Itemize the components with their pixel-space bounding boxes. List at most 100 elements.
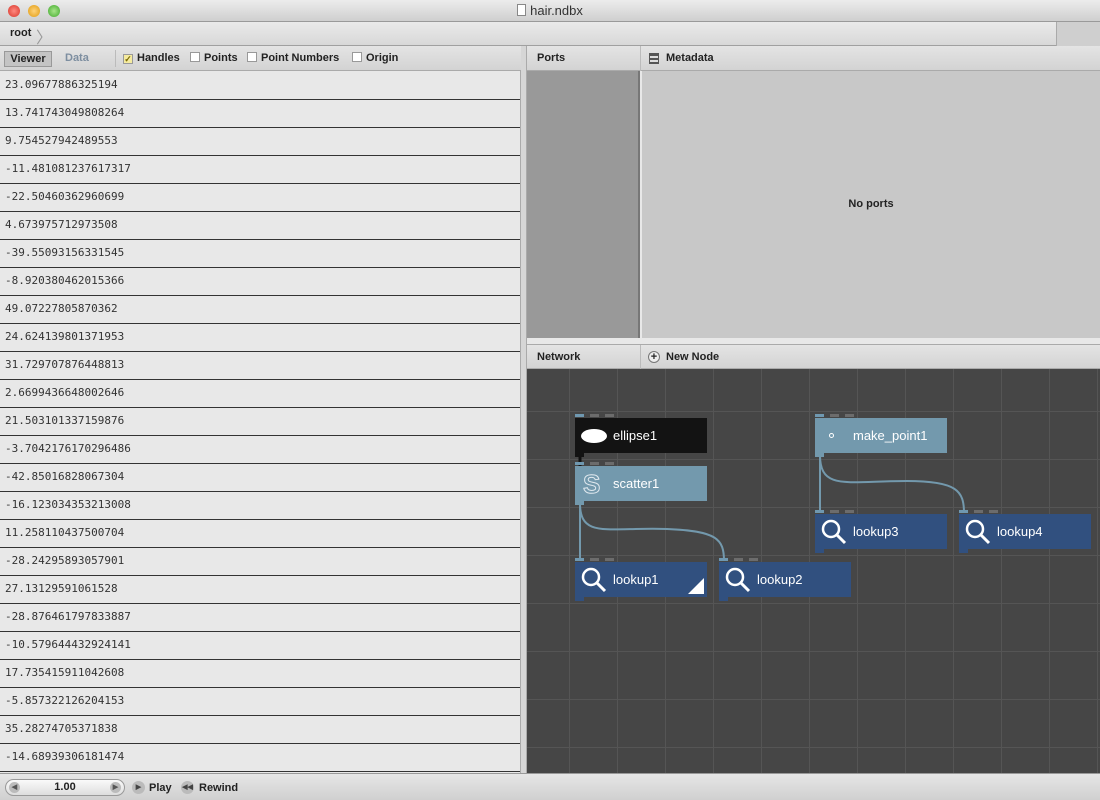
input-port[interactable] (605, 558, 614, 561)
list-item: 17.735415911042608 (0, 660, 520, 688)
input-port[interactable] (749, 558, 758, 561)
node-lookup3[interactable]: lookup3 (815, 510, 947, 553)
rewind-icon: ◀◀ (181, 781, 194, 794)
origin-label: Origin (366, 52, 399, 64)
list-item: -11.481081237617317 (0, 156, 520, 184)
breadcrumb-root[interactable]: root (10, 27, 31, 39)
list-item: -5.857322126204153 (0, 688, 520, 716)
plus-icon: + (648, 351, 660, 363)
tab-data[interactable]: Data (65, 51, 89, 67)
output-port[interactable] (815, 453, 824, 457)
list-item: 31.729707876448813 (0, 352, 520, 380)
input-port[interactable] (590, 414, 599, 417)
node-scatter1[interactable]: Sscatter1 (575, 462, 707, 505)
new-node-button[interactable]: New Node (666, 345, 719, 370)
list-item: 9.754527942489553 (0, 128, 520, 156)
minimize-button[interactable] (28, 5, 40, 17)
point-numbers-label: Point Numbers (261, 52, 340, 64)
origin-checkbox[interactable]: Origin (352, 51, 398, 67)
input-port[interactable] (590, 462, 599, 465)
input-port[interactable] (830, 414, 839, 417)
input-port[interactable] (815, 414, 824, 417)
playback-bar: ◀ 1.00 ▶ ▶ Play ◀◀ Rewind (0, 773, 1100, 800)
node-lookup2[interactable]: lookup2 (719, 558, 851, 601)
node-make-point1[interactable]: make_point1 (815, 414, 947, 457)
connection-make-point1-lookup4 (819, 454, 965, 514)
list-item: 35.28274705371838 (0, 716, 520, 744)
input-port[interactable] (845, 414, 854, 417)
metadata-tab[interactable]: Metadata (666, 46, 714, 71)
output-port[interactable] (815, 549, 824, 553)
handles-checkbox[interactable]: ✓ Handles (123, 51, 180, 67)
input-port[interactable] (719, 558, 728, 561)
list-item: 13.741743049808264 (0, 100, 520, 128)
tab-viewer[interactable]: Viewer (4, 51, 52, 67)
list-item: 2.6699436648002646 (0, 380, 520, 408)
points-checkbox[interactable]: Points (190, 51, 238, 67)
input-port[interactable] (605, 414, 614, 417)
output-port[interactable] (575, 453, 584, 457)
network-panel: Network + New Node ellipse1 Sscatter1 make… (527, 344, 1100, 773)
node-ellipse1[interactable]: ellipse1 (575, 414, 707, 457)
viewer-panel: Viewer Data ✓ Handles Points Point Number… (0, 46, 521, 773)
title-bar: hair.ndbx (0, 0, 1100, 22)
output-port[interactable] (959, 549, 968, 553)
header-divider (640, 345, 641, 370)
list-item: 23.09677886325194 (0, 72, 520, 100)
metadata-icon (649, 53, 659, 64)
document-icon (517, 4, 527, 16)
list-item: -16.123034353213008 (0, 492, 520, 520)
increment-icon[interactable]: ▶ (110, 782, 121, 793)
frame-value[interactable]: 1.00 (6, 780, 124, 795)
list-item: 21.503101337159876 (0, 408, 520, 436)
node-label: scatter1 (613, 476, 660, 491)
list-item: 49.07227805870362 (0, 296, 520, 324)
input-port[interactable] (974, 510, 983, 513)
ports-sidebar (527, 71, 640, 338)
input-port[interactable] (830, 510, 839, 513)
input-port[interactable] (845, 510, 854, 513)
checkbox-icon (190, 52, 200, 62)
input-port[interactable] (815, 510, 824, 513)
list-item: -28.24295893057901 (0, 548, 520, 576)
window-title: hair.ndbx (530, 3, 583, 18)
input-port[interactable] (575, 462, 584, 465)
output-port[interactable] (575, 597, 584, 601)
output-port[interactable] (719, 597, 728, 601)
point-numbers-checkbox[interactable]: Point Numbers (247, 51, 339, 67)
input-port[interactable] (590, 558, 599, 561)
input-port[interactable] (734, 558, 743, 561)
zoom-button[interactable] (48, 5, 60, 17)
toolbar-corner-button[interactable] (1056, 22, 1100, 46)
viewer-toolbar: Viewer Data ✓ Handles Points Point Number… (0, 46, 521, 71)
node-label: lookup4 (997, 524, 1043, 539)
node-lookup4[interactable]: lookup4 (959, 510, 1091, 553)
node-lookup1[interactable]: lookup1 (575, 558, 707, 601)
list-item: 27.13129591061528 (0, 576, 520, 604)
ports-header: Ports Metadata (527, 46, 1100, 71)
checkbox-icon (247, 52, 257, 62)
play-button[interactable]: Play (149, 782, 172, 794)
input-port[interactable] (989, 510, 998, 513)
network-canvas[interactable]: ellipse1 Sscatter1 make_point1 lookup1 looku… (527, 369, 1100, 773)
input-port[interactable] (959, 510, 968, 513)
output-port[interactable] (575, 501, 584, 505)
list-item: -28.876461797833887 (0, 604, 520, 632)
rendered-flag-icon (688, 578, 704, 594)
input-port[interactable] (605, 462, 614, 465)
input-port[interactable] (575, 558, 584, 561)
node-label: lookup3 (853, 524, 899, 539)
play-icon: ▶ (132, 781, 145, 794)
list-item: 24.624139801371953 (0, 324, 520, 352)
ports-title: Ports (537, 52, 566, 64)
ports-content: No ports (642, 71, 1100, 338)
close-button[interactable] (8, 5, 20, 17)
data-list: 23.09677886325194 13.741743049808264 9.754… (0, 72, 520, 772)
network-title: Network (537, 351, 581, 363)
rewind-button[interactable]: Rewind (199, 782, 238, 794)
input-port[interactable] (575, 414, 584, 417)
list-item: -10.579644432924141 (0, 632, 520, 660)
node-label: make_point1 (853, 428, 928, 443)
frame-stepper[interactable]: ◀ 1.00 ▶ (5, 779, 125, 796)
list-item: -22.50460362960699 (0, 184, 520, 212)
